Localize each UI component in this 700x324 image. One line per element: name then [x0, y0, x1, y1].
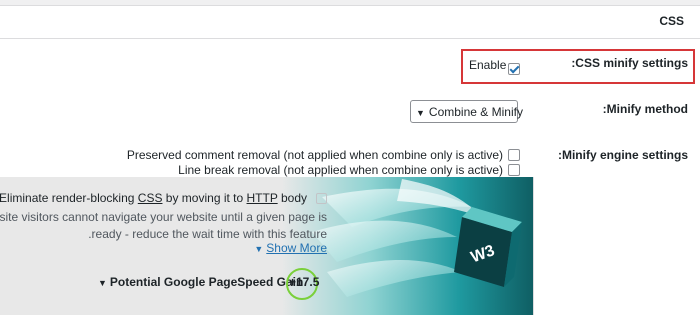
- minify-method-value: Combine & Minify: [428, 105, 523, 119]
- promo-title: Eliminate render-blocking CSS by moving …: [0, 191, 307, 205]
- enable-checkbox[interactable]: [508, 63, 520, 75]
- promo-description-line2: .ready - reduce the wait time with this …: [88, 227, 327, 241]
- chevron-down-icon: ▼: [254, 244, 264, 254]
- css-settings-panel: CSS :CSS minify settings Enable :Minify …: [0, 5, 700, 324]
- pagespeed-gain-label[interactable]: ▼ Potential Google PageSpeed Gain: [98, 275, 303, 289]
- minify-method-label: :Minify method: [602, 102, 688, 116]
- promo-description-line1: Website visitors cannot navigate your we…: [0, 210, 327, 224]
- minify-engine-settings-label: :Minify engine settings: [557, 148, 688, 162]
- chevron-down-icon: ▼: [416, 108, 425, 118]
- css-minify-settings-label: :CSS minify settings: [571, 56, 688, 70]
- panel-header: CSS: [0, 6, 700, 39]
- line-break-removal-checkbox[interactable]: [508, 164, 520, 176]
- panel-title: CSS: [659, 14, 684, 28]
- line-break-removal-label: Line break removal (not applied when com…: [178, 163, 503, 177]
- show-more-link[interactable]: ▼ Show More: [254, 241, 327, 255]
- minify-method-select[interactable]: ▼ Combine & Minify: [410, 100, 523, 123]
- preserved-comment-removal-checkbox[interactable]: [508, 149, 520, 161]
- render-blocking-promo: W3 Eliminate render-blocking CSS by movi…: [0, 177, 534, 315]
- preserved-comment-removal-label: Preserved comment removal (not applied w…: [126, 148, 503, 162]
- render-blocking-checkbox[interactable]: [316, 193, 327, 204]
- chevron-down-icon: ▼: [98, 278, 107, 288]
- enable-label: Enable: [469, 58, 507, 72]
- pagespeed-gain-value: +17.5: [289, 275, 320, 289]
- w3-cube-icon: W3: [454, 207, 522, 287]
